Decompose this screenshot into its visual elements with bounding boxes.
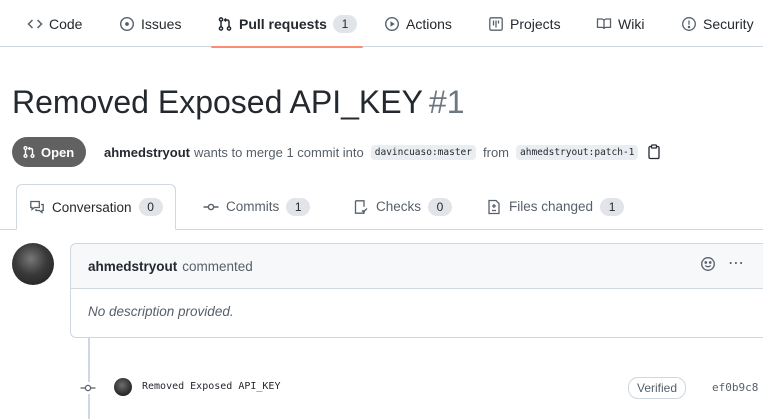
nav-security-label: Security — [703, 15, 754, 32]
commit-row: Removed Exposed API_KEY Verified ef0b9c8 — [80, 376, 763, 402]
tab-commits[interactable]: Commits 1 — [203, 184, 311, 229]
tab-files-changed[interactable]: Files changed 1 — [486, 184, 625, 229]
commit-author-avatar[interactable] — [114, 378, 132, 396]
copy-icon[interactable] — [647, 144, 661, 160]
verified-badge[interactable]: Verified — [628, 377, 687, 399]
tab-conversation-label: Conversation — [52, 199, 132, 215]
table-icon — [488, 16, 504, 32]
pr-merge-info: ahmedstryout wants to merge 1 commit int… — [104, 142, 661, 162]
pr-author-link[interactable]: ahmedstryout — [104, 145, 190, 160]
pull-requests-count: 1 — [332, 14, 357, 33]
commit-sha-link[interactable]: ef0b9c8 — [712, 381, 758, 394]
nav-code[interactable]: Code — [27, 0, 82, 47]
pr-tabs: Conversation 0 Commits 1 Checks 0 Files … — [0, 184, 763, 230]
nav-wiki[interactable]: Wiki — [596, 0, 644, 47]
comment-discussion-icon — [29, 199, 45, 215]
repo-navigation: Code Issues Pull requests 1 Actions Proj… — [0, 0, 763, 48]
nav-actions-label: Actions — [406, 15, 452, 32]
base-branch[interactable]: davincuaso:master — [370, 144, 476, 160]
code-icon — [27, 16, 43, 32]
nav-projects-label: Projects — [510, 15, 561, 32]
tab-conversation-count: 0 — [138, 198, 163, 216]
git-pull-request-icon — [22, 145, 36, 159]
pr-state-badge: Open — [12, 137, 87, 167]
nav-code-label: Code — [49, 15, 83, 32]
book-icon — [596, 16, 612, 32]
issue-opened-icon — [119, 16, 135, 32]
nav-actions[interactable]: Actions — [384, 0, 452, 47]
comment-author-link[interactable]: ahmedstryout — [88, 259, 177, 274]
comment-action: commented — [182, 258, 253, 274]
avatar[interactable] — [12, 243, 54, 285]
nav-pull-requests-label: Pull requests — [239, 15, 327, 32]
nav-issues[interactable]: Issues — [119, 0, 181, 47]
page-title: Removed Exposed API_KEY #1 — [12, 84, 465, 121]
play-icon — [384, 16, 400, 32]
merge-text: wants to merge 1 commit into — [193, 144, 364, 160]
comment-body: No description provided. — [88, 304, 234, 319]
pr-number: #1 — [428, 84, 465, 120]
nav-wiki-label: Wiki — [618, 15, 645, 32]
tab-commits-label: Commits — [226, 199, 280, 214]
git-commit-icon — [203, 199, 219, 215]
head-branch[interactable]: ahmedstryout:patch-1 — [516, 144, 639, 160]
comment-actions: ⋯ — [700, 256, 745, 272]
tab-commits-count: 1 — [286, 197, 311, 216]
nav-issues-label: Issues — [141, 15, 182, 32]
comment-box: ahmedstryout commented ⋯ No description … — [70, 243, 763, 338]
pr-state-label: Open — [41, 144, 75, 160]
nav-pull-requests[interactable]: Pull requests 1 — [211, 0, 363, 48]
tab-checks-count: 0 — [428, 197, 453, 216]
comment-header: ahmedstryout commented ⋯ — [71, 244, 763, 289]
shield-icon — [681, 16, 697, 32]
from-text: from — [483, 144, 509, 160]
nav-projects[interactable]: Projects — [488, 0, 561, 47]
pr-title-text: Removed Exposed API_KEY — [12, 84, 423, 120]
tab-conversation[interactable]: Conversation 0 — [16, 184, 176, 230]
commit-message-link[interactable]: Removed Exposed API_KEY — [142, 381, 280, 392]
nav-security[interactable]: Security — [681, 0, 754, 47]
tab-files-changed-count: 1 — [600, 197, 625, 216]
tab-checks-label: Checks — [376, 199, 422, 214]
tab-files-changed-label: Files changed — [509, 199, 594, 214]
git-commit-icon — [80, 382, 96, 394]
tab-checks[interactable]: Checks 0 — [353, 184, 453, 229]
smiley-icon[interactable] — [700, 256, 716, 272]
checklist-icon — [353, 199, 369, 215]
git-pull-request-icon — [217, 16, 233, 32]
file-diff-icon — [486, 199, 502, 215]
kebab-horizontal-icon[interactable]: ⋯ — [728, 256, 745, 272]
